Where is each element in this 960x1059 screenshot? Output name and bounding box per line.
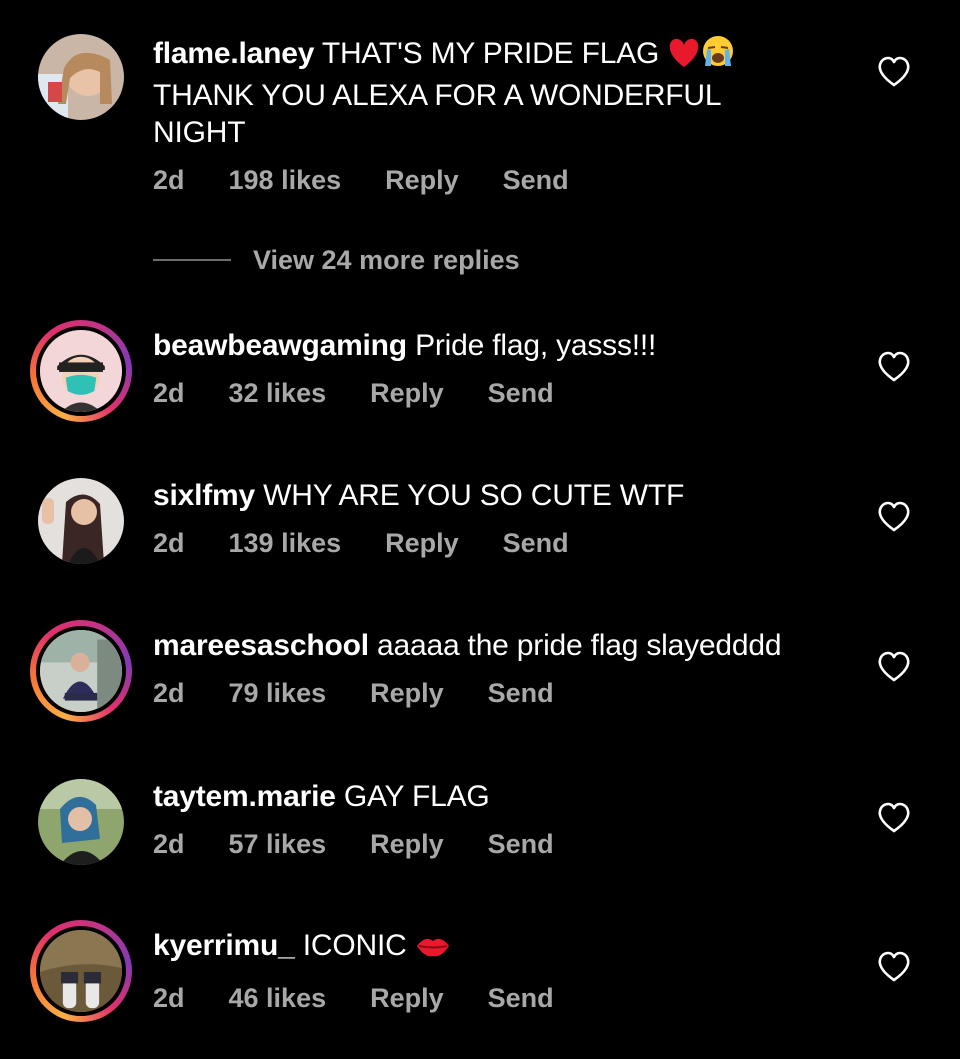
comment-body: GAY FLAG [343,780,490,813]
comment-body: Pride flag, yasss!!! [415,329,657,362]
send-button[interactable]: Send [503,165,569,196]
timestamp: 2d [153,378,185,408]
timestamp: 2d [153,528,185,558]
comment-body: THAT'S MY PRIDE FLAG [321,37,660,70]
reply-button[interactable]: Reply [385,165,459,196]
comment-meta: 2d 198 likes Reply Send [153,165,853,196]
likes-count[interactable]: 32 likes [229,378,327,409]
reply-button[interactable]: Reply [385,528,459,559]
comment-body-line3: NIGHT [153,116,246,149]
like-heart-icon[interactable] [877,351,911,383]
avatar[interactable] [30,320,132,422]
timestamp: 2d [153,678,185,708]
comment-body-line2: THANK YOU ALEXA FOR A WONDERFUL [153,79,722,112]
avatar[interactable] [30,26,132,128]
likes-count[interactable]: 46 likes [229,983,327,1014]
username[interactable]: beawbeawgaming [153,329,407,362]
comment-meta: 2d 79 likes Reply Send [153,678,853,709]
view-more-replies[interactable]: View 24 more replies [153,242,520,278]
send-button[interactable]: Send [488,378,554,409]
username[interactable]: flame.laney [153,37,314,70]
send-button[interactable]: Send [503,528,569,559]
like-heart-icon[interactable] [877,56,911,88]
avatar[interactable] [30,620,132,722]
comment-text: mareesaschool aaaaa the pride flag slaye… [153,627,853,664]
comment-body: ICONIC [302,929,407,962]
replies-divider [153,259,231,261]
timestamp: 2d [153,983,185,1013]
crying-face-icon [701,34,735,77]
kiss-mark-icon [415,932,451,969]
likes-count[interactable]: 79 likes [229,678,327,709]
reply-button[interactable]: Reply [370,829,444,860]
like-heart-icon[interactable] [877,651,911,683]
like-heart-icon[interactable] [877,802,911,834]
likes-count[interactable]: 198 likes [229,165,342,196]
avatar[interactable] [30,771,132,873]
likes-count[interactable]: 57 likes [229,829,327,860]
like-heart-icon[interactable] [877,501,911,533]
reply-button[interactable]: Reply [370,983,444,1014]
likes-count[interactable]: 139 likes [229,528,342,559]
timestamp: 2d [153,829,185,859]
username[interactable]: kyerrimu_ [153,929,295,962]
timestamp: 2d [153,165,185,195]
username[interactable]: sixlfmy [153,479,255,512]
comment-text: flame.laney THAT'S MY PRIDE FLAG THANK Y… [153,34,853,151]
avatar[interactable] [30,470,132,572]
comment-meta: 2d 32 likes Reply Send [153,378,853,409]
comment-text: kyerrimu_ ICONIC [153,927,853,969]
username[interactable]: taytem.marie [153,780,336,813]
comment-meta: 2d 57 likes Reply Send [153,829,853,860]
reply-button[interactable]: Reply [370,378,444,409]
view-more-replies-label[interactable]: View 24 more replies [253,245,520,276]
comment-text: beawbeawgaming Pride flag, yasss!!! [153,327,853,364]
username[interactable]: mareesaschool [153,629,369,662]
comment-text: sixlfmy WHY ARE YOU SO CUTE WTF [153,477,853,514]
comment-text: taytem.marie GAY FLAG [153,778,853,815]
comment-body: aaaaa the pride flag slayedddd [377,629,782,662]
like-heart-icon[interactable] [877,951,911,983]
send-button[interactable]: Send [488,678,554,709]
send-button[interactable]: Send [488,983,554,1014]
avatar[interactable] [30,920,132,1022]
reply-button[interactable]: Reply [370,678,444,709]
send-button[interactable]: Send [488,829,554,860]
comment-body: WHY ARE YOU SO CUTE WTF [263,479,685,512]
red-heart-icon [667,38,701,77]
comment-meta: 2d 139 likes Reply Send [153,528,853,559]
comment-meta: 2d 46 likes Reply Send [153,983,853,1014]
